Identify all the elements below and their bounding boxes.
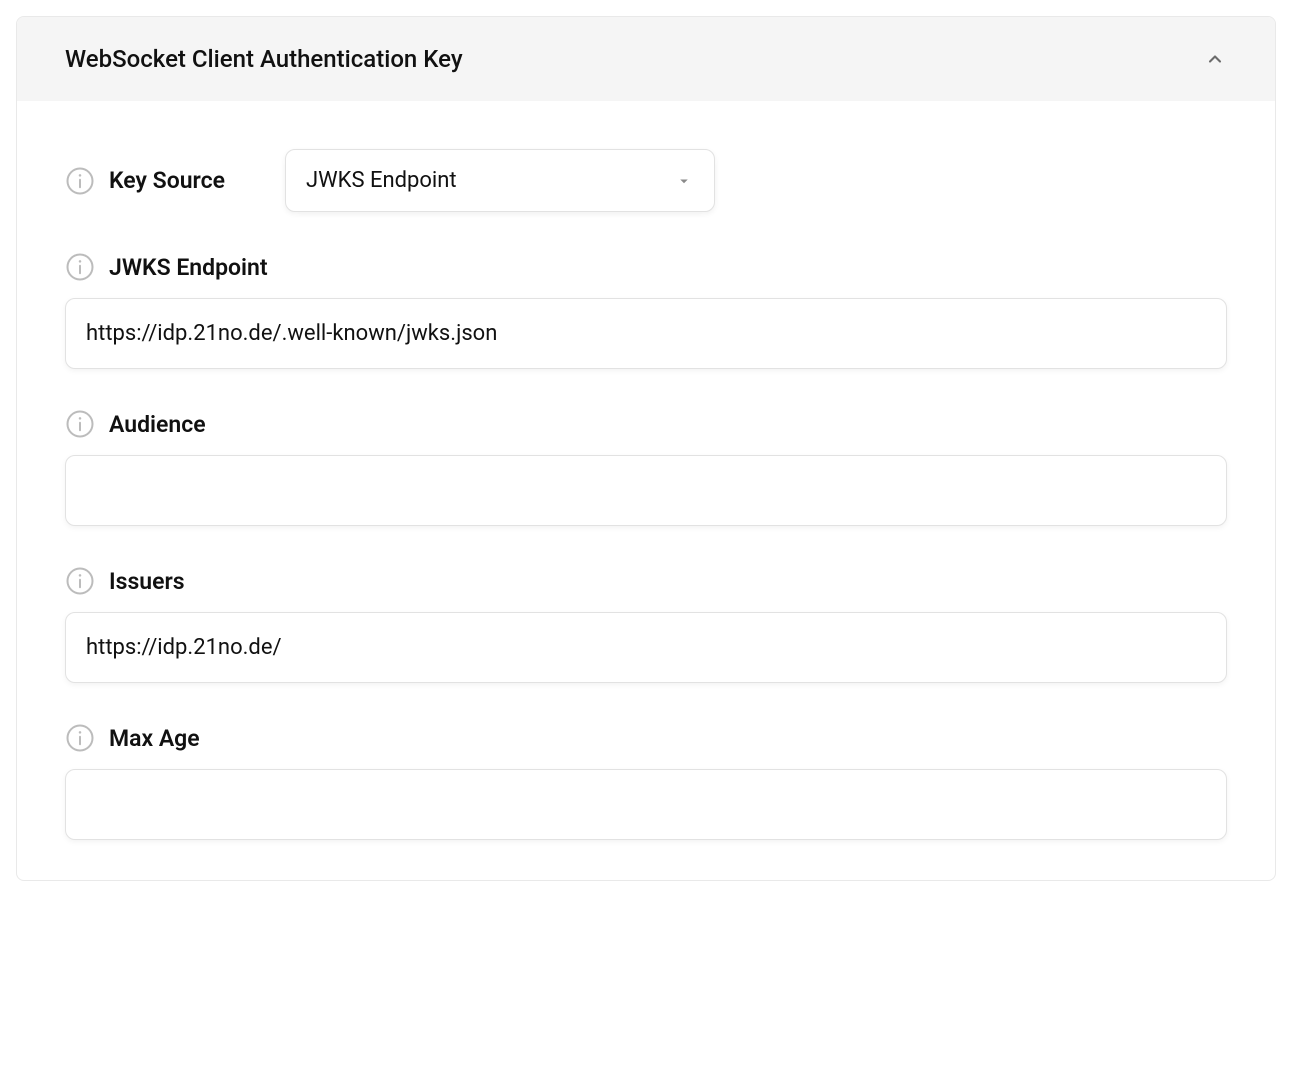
auth-key-panel: WebSocket Client Authentication Key xyxy=(16,16,1276,881)
panel-title: WebSocket Client Authentication Key xyxy=(65,45,463,73)
key-source-row: Key Source xyxy=(65,149,1227,212)
info-icon[interactable] xyxy=(65,566,95,596)
audience-label: Audience xyxy=(109,411,206,438)
info-icon[interactable] xyxy=(65,409,95,439)
max-age-row: Max Age xyxy=(65,723,1227,840)
info-icon[interactable] xyxy=(65,723,95,753)
issuers-row: Issuers xyxy=(65,566,1227,683)
info-icon[interactable] xyxy=(65,252,95,282)
audience-row: Audience xyxy=(65,409,1227,526)
audience-input[interactable] xyxy=(65,455,1227,526)
jwks-endpoint-input[interactable] xyxy=(65,298,1227,369)
max-age-input[interactable] xyxy=(65,769,1227,840)
max-age-label: Max Age xyxy=(109,725,200,752)
key-source-select-wrap xyxy=(285,149,715,212)
key-source-select[interactable] xyxy=(285,149,715,212)
chevron-up-icon xyxy=(1203,47,1227,71)
issuers-label: Issuers xyxy=(109,568,185,595)
info-icon[interactable] xyxy=(65,166,95,196)
panel-header[interactable]: WebSocket Client Authentication Key xyxy=(17,17,1275,101)
issuers-input[interactable] xyxy=(65,612,1227,683)
key-source-label: Key Source xyxy=(109,167,225,194)
panel-body: Key Source xyxy=(17,101,1275,880)
jwks-endpoint-label: JWKS Endpoint xyxy=(109,254,268,281)
jwks-endpoint-row: JWKS Endpoint xyxy=(65,252,1227,369)
